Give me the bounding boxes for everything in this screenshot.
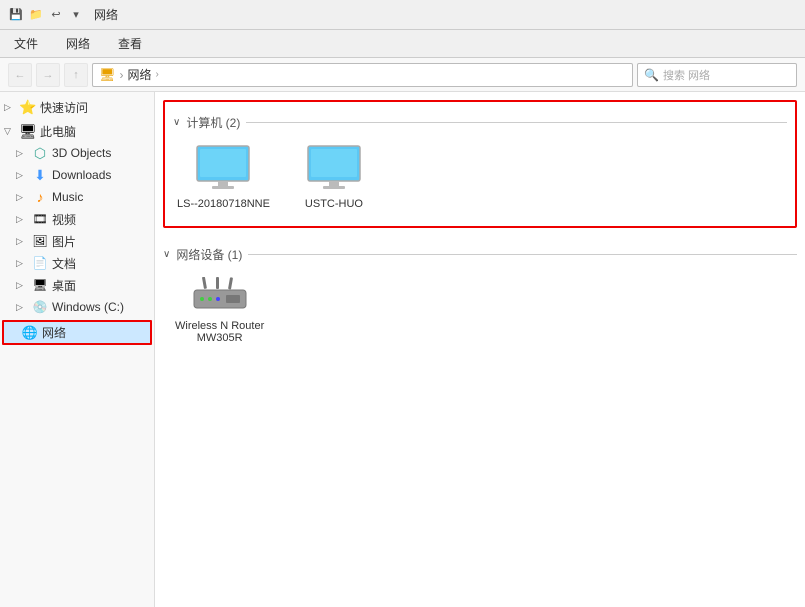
desktop-label: 桌面: [52, 277, 76, 294]
ribbon-tab-network[interactable]: 网络: [60, 33, 96, 54]
router-label-container: Wireless N Router MW305R: [175, 320, 264, 344]
video-arrow: ▷: [16, 214, 28, 225]
title-bar-title: 网络: [94, 6, 118, 23]
video-icon: 🎞: [32, 211, 48, 227]
downloads-icon: ⬇: [32, 167, 48, 183]
dropdown-icon: ▾: [68, 7, 84, 23]
router-icon: [190, 277, 250, 316]
search-placeholder: 搜索 网络: [663, 67, 710, 83]
address-label: 网络: [128, 66, 152, 83]
title-bar-icons: 💾 📁 ↩ ▾: [8, 7, 84, 23]
drive-arrow: ▷: [16, 302, 28, 313]
network-devices-collapse-arrow[interactable]: ∨: [163, 249, 170, 260]
network-device-item-0[interactable]: Wireless N Router MW305R: [171, 273, 268, 348]
content-area: ∨ 计算机 (2): [155, 92, 805, 607]
this-pc-label: 此电脑: [40, 123, 76, 140]
drive-icon: 💿: [32, 299, 48, 315]
sidebar-item-downloads[interactable]: ▷ ⬇ Downloads: [0, 164, 154, 186]
quick-access-label: 快速访问: [40, 99, 88, 116]
search-icon: 🔍: [644, 68, 659, 82]
network-devices-section: ∨ 网络设备 (1): [163, 238, 797, 356]
sidebar-item-network[interactable]: 🌐 网络: [2, 320, 152, 345]
computers-grid: LS--20180718NNE USTC-HUO: [173, 137, 787, 218]
ribbon-tab-file[interactable]: 文件: [8, 33, 44, 54]
save-icon: 💾: [8, 7, 24, 23]
quick-access-icon: ⭐: [20, 99, 36, 115]
this-pc-icon: 🖥: [20, 123, 36, 139]
network-devices-header: ∨ 网络设备 (1): [163, 246, 797, 263]
computers-collapse-arrow[interactable]: ∨: [173, 117, 180, 128]
drive-label: Windows (C:): [52, 300, 124, 314]
pictures-icon: 🖼: [32, 233, 48, 249]
address-folder-icon: 🖥: [99, 67, 116, 83]
ribbon-tab-view[interactable]: 查看: [112, 33, 148, 54]
address-chevron: ›: [156, 69, 159, 80]
network-devices-line: [248, 254, 797, 255]
3d-label: 3D Objects: [52, 146, 111, 160]
pictures-label: 图片: [52, 233, 76, 250]
back-button[interactable]: ←: [8, 63, 32, 87]
sidebar-item-pictures[interactable]: ▷ 🖼 图片: [0, 230, 154, 252]
3d-icon: ⬡: [32, 145, 48, 161]
computer-label-1: USTC-HUO: [305, 198, 363, 210]
router-label-line1: Wireless N Router: [175, 320, 264, 332]
music-label: Music: [52, 190, 83, 204]
documents-icon: 📄: [32, 255, 48, 271]
address-separator: ›: [120, 68, 124, 82]
toolbar: ← → ↑ 🖥 › LS--20180718NNE 网络 › 🔍 搜索 网络: [0, 58, 805, 92]
sidebar-item-quick-access[interactable]: ▷ ⭐ 快速访问: [0, 96, 154, 118]
sidebar-group-network: 🌐 网络: [0, 320, 154, 345]
sidebar: ▷ ⭐ 快速访问 ▽ 🖥 此电脑 ▷ ⬡ 3D Objects ▷ ⬇ Down…: [0, 92, 155, 607]
music-icon: ♪: [32, 189, 48, 205]
network-icon: 🌐: [22, 325, 38, 341]
computers-section-line: [246, 122, 787, 123]
up-button[interactable]: ↑: [64, 63, 88, 87]
quick-access-arrow: ▷: [4, 102, 16, 113]
ribbon: 文件 网络 查看: [0, 30, 805, 58]
undo-icon: ↩: [48, 7, 64, 23]
network-devices-title: 网络设备 (1): [176, 246, 242, 263]
this-pc-arrow: ▽: [4, 126, 16, 137]
video-label: 视频: [52, 211, 76, 228]
sidebar-item-this-pc[interactable]: ▽ 🖥 此电脑: [0, 120, 154, 142]
downloads-label: Downloads: [52, 168, 111, 182]
computers-section-header: ∨ 计算机 (2): [173, 114, 787, 131]
main-area: ▷ ⭐ 快速访问 ▽ 🖥 此电脑 ▷ ⬡ 3D Objects ▷ ⬇ Down…: [0, 92, 805, 607]
computers-section-title: 计算机 (2): [186, 114, 240, 131]
sidebar-item-desktop[interactable]: ▷ 🖥 桌面: [0, 274, 154, 296]
desktop-icon: 🖥: [32, 277, 48, 293]
3d-arrow: ▷: [16, 148, 28, 159]
computer-label-0: LS--20180718NNE: [177, 198, 270, 210]
downloads-arrow: ▷: [16, 170, 28, 181]
computer-monitor-icon-0: [196, 145, 250, 194]
pictures-arrow: ▷: [16, 236, 28, 247]
desktop-arrow: ▷: [16, 280, 28, 291]
sidebar-item-windows-drive[interactable]: ▷ 💿 Windows (C:): [0, 296, 154, 318]
folder-icon: 📁: [28, 7, 44, 23]
computer-monitor-icon-1: [307, 145, 361, 194]
router-label-line2: MW305R: [175, 332, 264, 344]
sidebar-group-quick-access: ▷ ⭐ 快速访问: [0, 96, 154, 118]
computer-item-0[interactable]: LS--20180718NNE: [173, 141, 274, 214]
sidebar-item-video[interactable]: ▷ 🎞 视频: [0, 208, 154, 230]
network-label: 网络: [42, 324, 66, 341]
docs-arrow: ▷: [16, 258, 28, 269]
sidebar-group-this-pc: ▽ 🖥 此电脑 ▷ ⬡ 3D Objects ▷ ⬇ Downloads ▷ ♪…: [0, 120, 154, 318]
computer-item-1[interactable]: USTC-HUO: [294, 141, 374, 214]
forward-button[interactable]: →: [36, 63, 60, 87]
network-devices-grid: Wireless N Router MW305R: [163, 269, 797, 352]
sidebar-item-3d-objects[interactable]: ▷ ⬡ 3D Objects: [0, 142, 154, 164]
search-bar[interactable]: 🔍 搜索 网络: [637, 63, 797, 87]
address-bar[interactable]: 🖥 › LS--20180718NNE 网络 ›: [92, 63, 633, 87]
sidebar-item-music[interactable]: ▷ ♪ Music: [0, 186, 154, 208]
title-bar: 💾 📁 ↩ ▾ 网络: [0, 0, 805, 30]
documents-label: 文档: [52, 255, 76, 272]
sidebar-item-documents[interactable]: ▷ 📄 文档: [0, 252, 154, 274]
computers-section: ∨ 计算机 (2): [163, 100, 797, 228]
music-arrow: ▷: [16, 192, 28, 203]
